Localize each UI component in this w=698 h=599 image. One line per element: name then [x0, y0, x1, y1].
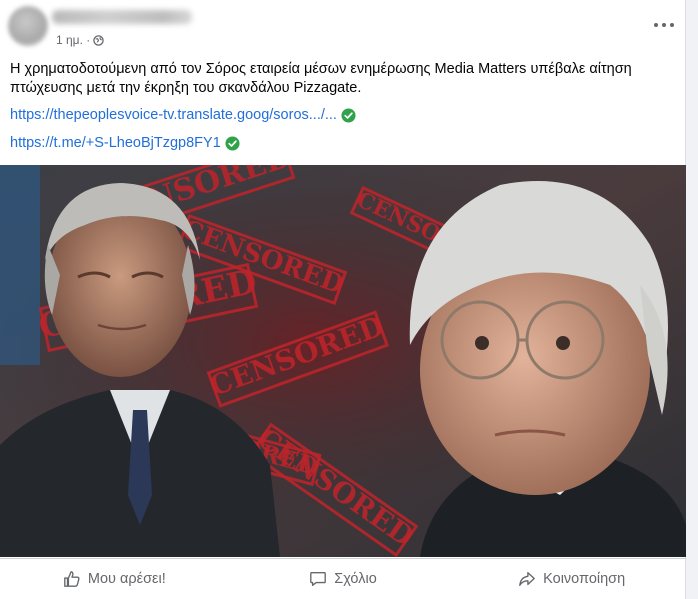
post-header: 1 ημ. ·: [0, 0, 686, 54]
comment-icon: [310, 572, 327, 586]
share-icon: [519, 572, 536, 586]
globe-icon: [93, 34, 104, 46]
post-link-2[interactable]: https://t.me/+S-LheoBjTzgp8FY1: [10, 135, 240, 151]
post-link-2-text[interactable]: https://t.me/+S-LheoBjTzgp8FY1: [10, 135, 221, 151]
post-link-1-text[interactable]: https://thepeoplesvoice-tv.translate.goo…: [10, 107, 337, 123]
post-meta: 1 ημ. ·: [56, 33, 104, 47]
right-portrait: [409, 181, 686, 557]
post-link-1[interactable]: https://thepeoplesvoice-tv.translate.goo…: [10, 107, 356, 123]
post-text: Η χρηματοδοτούμενη από τον Σόρος εταιρεί…: [10, 61, 632, 96]
like-button[interactable]: Μου αρέσει!: [0, 559, 229, 599]
avatar[interactable]: [8, 6, 48, 46]
author-name-redacted[interactable]: [52, 10, 192, 24]
post-actions-bar: Μου αρέσει! Σχόλιο Κοινοποίηση: [0, 558, 686, 599]
comment-button[interactable]: Σχόλιο: [229, 559, 458, 599]
more-options-icon[interactable]: [654, 20, 674, 30]
verified-check-icon: [341, 107, 356, 123]
share-button[interactable]: Κοινοποίηση: [457, 559, 686, 599]
thumbs-up-icon: [64, 571, 80, 587]
share-label: Κοινοποίηση: [543, 571, 626, 587]
verified-check-icon: [225, 135, 240, 151]
post-timestamp[interactable]: 1 ημ. ·: [56, 33, 90, 47]
post-image-graphic: CENSOREDCENSOREDCENSOREDCENSOREDCENSORED…: [0, 165, 686, 557]
facebook-post-card: 1 ημ. · Η χρηματοδοτούμενη από τον Σόρος…: [0, 0, 686, 599]
like-label: Μου αρέσει!: [87, 571, 166, 587]
comment-label: Σχόλιο: [334, 571, 377, 587]
post-image[interactable]: CENSORED CENSORED CENSORED CENSORED CENSORED…: [0, 165, 686, 557]
